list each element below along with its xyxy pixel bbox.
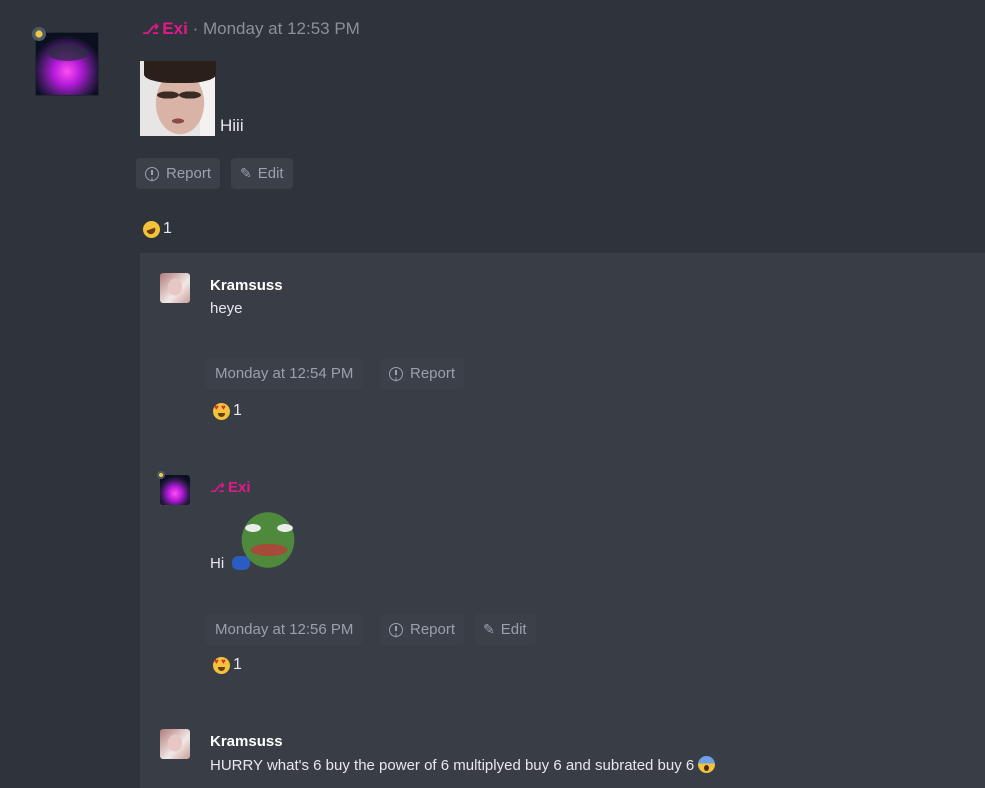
author-name[interactable]: Exi [162,19,188,38]
reply-thread: Kramsuss heye Monday at 12:54 PM Report … [140,253,985,788]
heart-eyes-emoji-icon [213,656,230,674]
reply-author[interactable]: Kramsuss [210,733,283,750]
reaction-badge[interactable]: 1 [213,402,242,420]
scream-emoji-icon [698,756,716,773]
kramsuss-avatar[interactable] [160,729,190,759]
report-button[interactable]: Report [136,158,221,189]
reply-author[interactable]: Exi [228,479,251,496]
report-icon [389,622,403,637]
edit-button[interactable]: ✎ Edit [231,158,293,189]
report-label: Report [166,165,212,182]
reaction-count: 1 [233,656,242,673]
reaction-count: 1 [163,220,172,237]
report-icon [389,366,403,381]
post-timestamp[interactable]: Monday at 12:53 PM [203,19,360,38]
reply-timestamp-button[interactable]: Monday at 12:56 PM [206,614,363,645]
kramsuss-avatar[interactable] [160,273,190,303]
post-message: Hiii [220,116,244,135]
reply-author-line: ⎇ Exi [210,479,251,496]
reaction-badge[interactable]: 1 [213,656,242,674]
reply-timestamp-button[interactable]: Monday at 12:54 PM [206,358,363,389]
report-label: Report [410,621,456,638]
report-icon [145,166,159,181]
reply-author[interactable]: Kramsuss [210,277,283,294]
reply-timestamp: Monday at 12:54 PM [215,365,354,382]
reply-text: Hi [210,555,225,572]
report-button[interactable]: Report [380,614,465,645]
edit-icon: ✎ [483,621,495,637]
report-label: Report [410,365,456,382]
post-header: ⎇ Exi · Monday at 12:53 PM [142,19,360,39]
reply-text-line: HURRY what's 6 buy the power of 6 multip… [210,756,716,774]
reply-timestamp: Monday at 12:56 PM [215,621,354,638]
reply-text: HURRY what's 6 buy the power of 6 multip… [210,757,695,774]
edit-icon: ✎ [240,165,252,181]
face-emote-image [140,61,216,136]
exi-avatar[interactable] [157,471,190,505]
rofl-emoji-icon [143,220,160,238]
edit-label: Edit [500,621,527,638]
edit-button[interactable]: ✎ Edit [474,614,536,645]
branch-role-icon: ⎇ [210,480,225,495]
reaction-count: 1 [233,402,242,419]
reaction-badge[interactable]: 1 [143,220,172,238]
edit-label: Edit [257,165,284,182]
header-separator: · [192,19,199,38]
exi-avatar[interactable] [32,27,99,96]
reply-text: heye [210,300,243,317]
pepe-emote-image [231,498,305,573]
report-button[interactable]: Report [380,358,465,389]
branch-role-icon: ⎇ [142,21,160,38]
heart-eyes-emoji-icon [213,402,230,420]
